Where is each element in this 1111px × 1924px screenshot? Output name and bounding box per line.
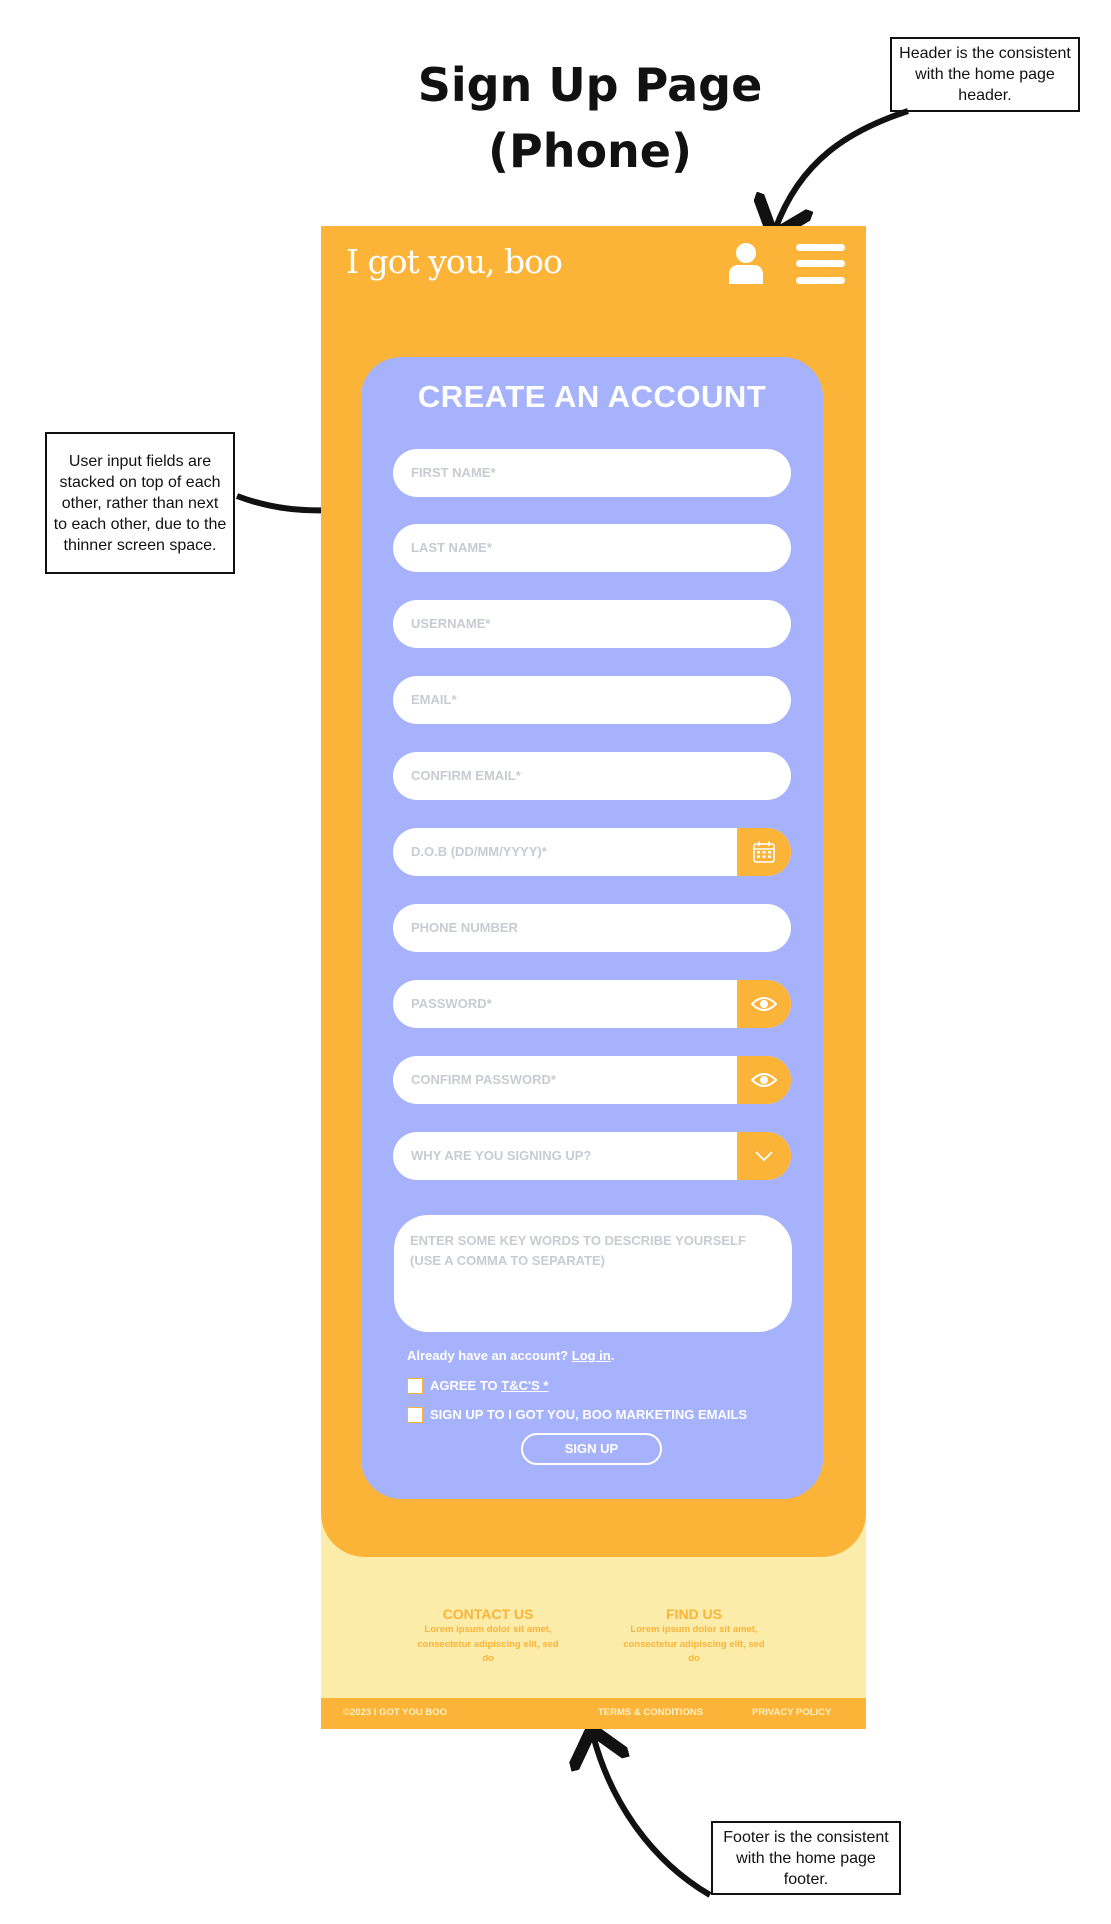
password-placeholder: PASSWORD* xyxy=(411,996,492,1011)
terms-label: AGREE TO T&C'S * xyxy=(430,1378,549,1393)
menu-icon[interactable] xyxy=(796,244,845,284)
confirm-email-field[interactable]: CONFIRM EMAIL* xyxy=(393,752,791,800)
privacy-policy-link[interactable]: PRIVACY POLICY xyxy=(752,1707,831,1718)
reason-placeholder: WHY ARE YOU SIGNING UP? xyxy=(411,1148,592,1163)
main-section: I got you, boo CREATE AN ACCOUNT FIRST N… xyxy=(321,226,866,1557)
login-link[interactable]: Log in xyxy=(572,1348,611,1363)
eye-icon xyxy=(751,997,777,1011)
confirm-email-placeholder: CONFIRM EMAIL* xyxy=(411,768,521,783)
terms-conditions-link[interactable]: TERMS & CONDITIONS xyxy=(598,1707,703,1718)
dob-field[interactable]: D.O.B (DD/MM/YYYY)* xyxy=(393,828,791,876)
phone-mockup: I got you, boo CREATE AN ACCOUNT FIRST N… xyxy=(321,226,866,1729)
password-field[interactable]: PASSWORD* xyxy=(393,980,791,1028)
confirm-password-placeholder: CONFIRM PASSWORD* xyxy=(411,1072,556,1087)
footer-bar: ©2023 I GOT YOU BOO TERMS & CONDITIONS P… xyxy=(321,1698,866,1729)
find-us-body: Lorem ipsum dolor sit amet, consectetur … xyxy=(623,1624,765,1664)
terms-checkbox[interactable] xyxy=(407,1378,423,1394)
find-us-title[interactable]: FIND US xyxy=(619,1605,769,1623)
last-name-placeholder: LAST NAME* xyxy=(411,540,492,555)
dob-placeholder: D.O.B (DD/MM/YYYY)* xyxy=(411,844,547,859)
calendar-button[interactable] xyxy=(737,828,791,876)
email-field[interactable]: EMAIL* xyxy=(393,676,791,724)
chevron-down-icon xyxy=(755,1151,773,1162)
username-placeholder: USERNAME* xyxy=(411,616,491,631)
terms-link[interactable]: T&C'S * xyxy=(501,1378,548,1393)
show-confirm-password-button[interactable] xyxy=(737,1056,791,1104)
phone-number-placeholder: PHONE NUMBER xyxy=(411,920,518,935)
username-field[interactable]: USERNAME* xyxy=(393,600,791,648)
last-name-field[interactable]: LAST NAME* xyxy=(393,524,791,572)
login-prompt: Already have an account? Log in. xyxy=(407,1348,615,1363)
keywords-textarea[interactable]: ENTER SOME KEY WORDS TO DESCRIBE YOURSEL… xyxy=(394,1215,792,1332)
contact-us-section: CONTACT US Lorem ipsum dolor sit amet, c… xyxy=(413,1605,563,1667)
first-name-field[interactable]: FIRST NAME* xyxy=(393,449,791,497)
reason-select[interactable]: WHY ARE YOU SIGNING UP? xyxy=(393,1132,791,1180)
first-name-placeholder: FIRST NAME* xyxy=(411,465,496,480)
marketing-checkbox[interactable] xyxy=(407,1407,423,1423)
card-title: CREATE AN ACCOUNT xyxy=(417,379,767,414)
keywords-placeholder: ENTER SOME KEY WORDS TO DESCRIBE YOURSEL… xyxy=(410,1233,746,1268)
logo[interactable]: I got you, boo xyxy=(346,242,563,281)
confirm-password-field[interactable]: CONFIRM PASSWORD* xyxy=(393,1056,791,1104)
footer-arrow xyxy=(593,1735,712,1898)
email-placeholder: EMAIL* xyxy=(411,692,457,707)
contact-us-body: Lorem ipsum dolor sit amet, consectetur … xyxy=(417,1624,559,1664)
reason-dropdown-button[interactable] xyxy=(737,1132,791,1180)
copyright-text: ©2023 I GOT YOU BOO xyxy=(343,1707,447,1718)
show-password-button[interactable] xyxy=(737,980,791,1028)
signup-card: CREATE AN ACCOUNT FIRST NAME* LAST NAME*… xyxy=(361,357,823,1499)
header-arrow xyxy=(775,108,909,230)
marketing-label: SIGN UP TO I GOT YOU, BOO MARKETING EMAI… xyxy=(430,1407,748,1422)
find-us-section: FIND US Lorem ipsum dolor sit amet, cons… xyxy=(619,1605,769,1667)
phone-number-field[interactable]: PHONE NUMBER xyxy=(393,904,791,952)
signup-button[interactable]: SIGN UP xyxy=(521,1433,662,1465)
calendar-icon xyxy=(753,841,775,863)
user-icon[interactable] xyxy=(728,242,764,284)
eye-icon xyxy=(751,1073,777,1087)
contact-us-title[interactable]: CONTACT US xyxy=(413,1605,563,1623)
